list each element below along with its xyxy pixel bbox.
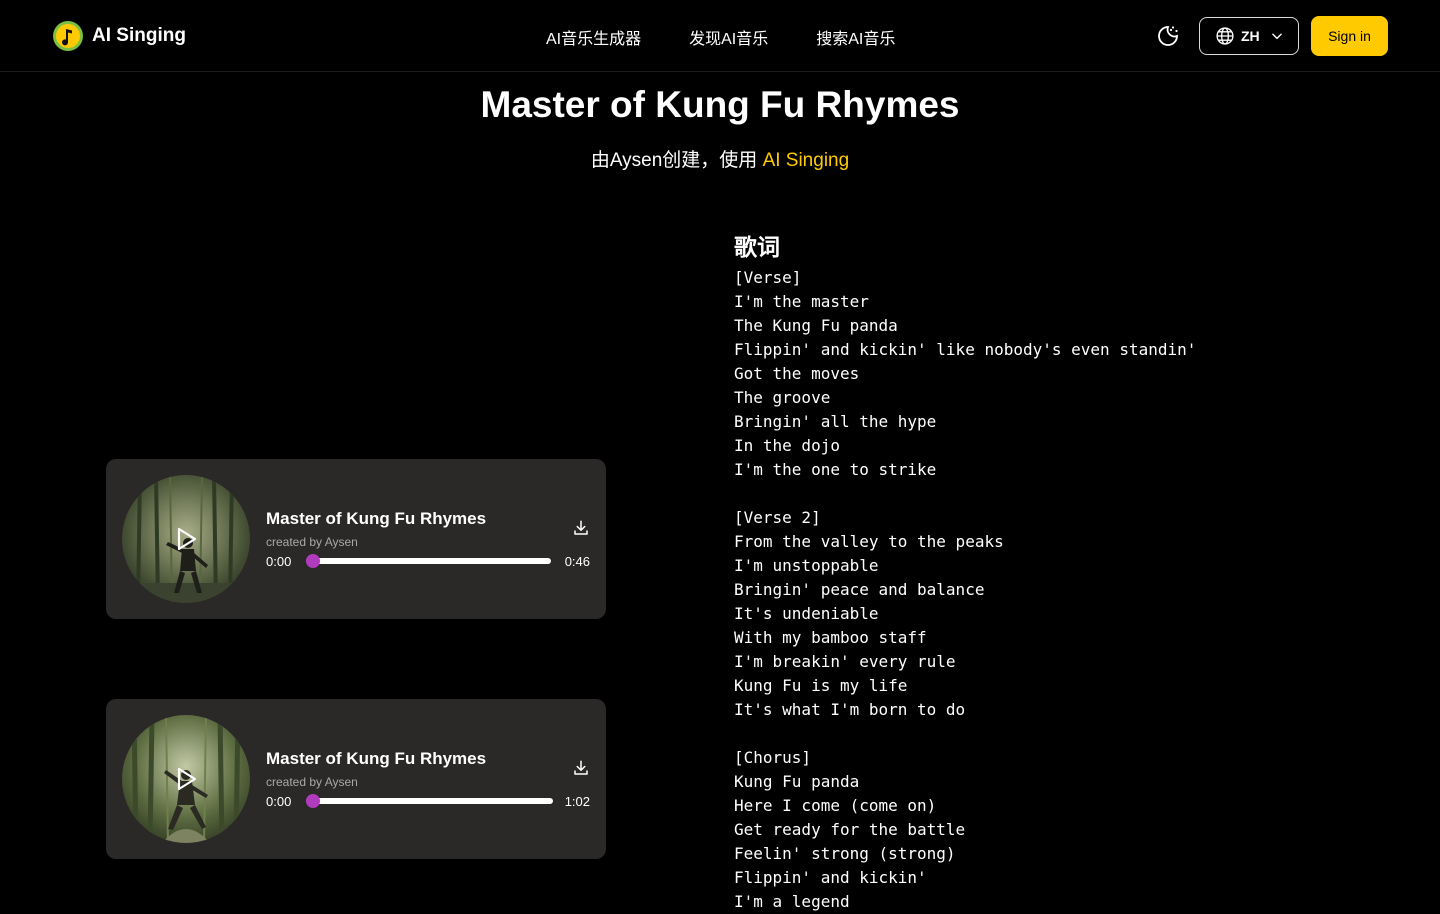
duration: 1:02	[564, 794, 590, 809]
progress-slider[interactable]	[306, 554, 551, 568]
track-creator: created by Aysen	[266, 535, 358, 549]
progress-thumb[interactable]	[306, 554, 320, 568]
subtitle-prefix: 由Aysen创建，使用	[590, 150, 763, 171]
ai-singing-link[interactable]: AI Singing	[763, 150, 850, 171]
language-select[interactable]: ZH	[1199, 17, 1299, 55]
main-nav: AI音乐生成器 发现AI音乐 搜索AI音乐	[546, 25, 943, 49]
current-time: 0:00	[266, 554, 292, 569]
play-icon[interactable]	[172, 525, 200, 553]
audio-player: Master of Kung Fu Rhymes created by Ayse…	[106, 459, 606, 619]
track-title: Master of Kung Fu Rhymes	[266, 509, 487, 528]
track-title: Master of Kung Fu Rhymes	[266, 749, 487, 768]
globe-icon	[1216, 27, 1234, 45]
brand[interactable]: AI Singing	[52, 20, 186, 52]
music-note-logo-icon	[53, 21, 83, 51]
song-subtitle: 由Aysen创建，使用 AI Singing	[0, 145, 1440, 172]
cover-art	[122, 475, 250, 603]
chevron-down-icon	[1271, 33, 1282, 40]
sign-in-button[interactable]: Sign in	[1311, 16, 1388, 56]
moon-icon[interactable]	[1156, 24, 1180, 48]
progress-thumb[interactable]	[306, 794, 320, 808]
duration: 0:46	[564, 554, 590, 569]
current-time: 0:00	[266, 794, 292, 809]
brand-name: AI Singing	[92, 25, 186, 46]
cover-art	[122, 715, 250, 843]
track-creator: created by Aysen	[266, 775, 358, 789]
download-icon[interactable]	[572, 759, 590, 777]
lyrics-heading: 歌词	[734, 234, 780, 260]
download-icon[interactable]	[572, 519, 590, 537]
lyrics-text: [Verse] I'm the master The Kung Fu panda…	[734, 268, 1197, 911]
site-header: AI Singing AI音乐生成器 发现AI音乐 搜索AI音乐 ZH Sign…	[0, 0, 1440, 72]
audio-player: Master of Kung Fu Rhymes created by Ayse…	[106, 699, 606, 859]
nav-discover-ai-music[interactable]: 发现AI音乐	[689, 25, 768, 49]
nav-ai-music-generator[interactable]: AI音乐生成器	[546, 25, 641, 49]
progress-slider[interactable]	[306, 794, 553, 808]
nav-search-ai-music[interactable]: 搜索AI音乐	[816, 25, 895, 49]
page-title: Master of Kung Fu Rhymes	[480, 84, 960, 125]
language-label: ZH	[1241, 28, 1260, 44]
play-icon[interactable]	[172, 765, 200, 793]
